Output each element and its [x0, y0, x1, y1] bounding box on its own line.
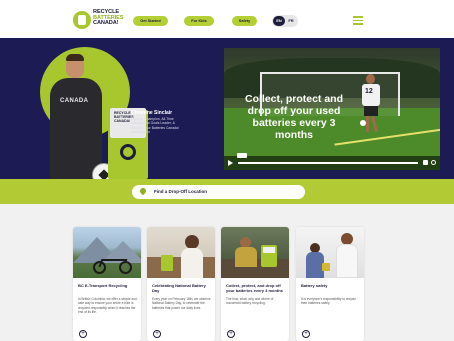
card-text: It is everyone's responsibility to recyc… — [301, 297, 356, 306]
logo-line-canada: CANADA! — [93, 20, 119, 27]
plus-icon[interactable]: + — [302, 330, 310, 338]
player-head — [366, 74, 375, 84]
site-header: RECYCLE BATTERIES CANADA! Get Started Fo… — [0, 0, 454, 38]
battery-bin — [261, 245, 277, 267]
nav-safety-button[interactable]: Safety — [232, 16, 257, 26]
find-dropoff-label: Find a Drop-Off Location — [154, 189, 207, 194]
lang-fr-option[interactable]: FR — [285, 16, 297, 26]
pin-icon — [140, 188, 148, 196]
hamburger-menu-icon[interactable] — [353, 16, 363, 25]
menu-bar — [353, 19, 363, 21]
ambassador-description: Olympic Champion, All-Time International… — [131, 117, 179, 135]
settings-icon[interactable] — [431, 160, 436, 165]
video-caption: Collect, protect and drop off your used … — [244, 93, 343, 142]
ambassador-name: Christine Sinclair — [131, 110, 173, 116]
woman-figure — [179, 235, 205, 278]
video-ball-icon — [360, 120, 366, 126]
nav-for-kids-button[interactable]: For Kids — [184, 16, 214, 26]
battery-bin — [161, 255, 173, 271]
card-text: In British Columbia, we offer a simple a… — [78, 297, 137, 314]
hair — [66, 54, 84, 61]
card-bc-e-transport[interactable]: BC E-Transport Recycling In British Colu… — [73, 227, 141, 341]
volume-icon[interactable] — [423, 160, 428, 165]
card-title: BC E-Transport Recycling — [78, 283, 128, 288]
card-text: Every year on February 18th, we observe … — [152, 297, 211, 310]
card-title: Celebrating National Battery Day — [152, 283, 206, 293]
card-text: The how, what, why and where of househol… — [226, 297, 274, 306]
man-figure — [235, 237, 257, 267]
card-image-ebike — [73, 227, 141, 278]
card-collect-protect-drop[interactable]: Collect, protect, and drop off your batt… — [221, 227, 289, 341]
card-image-collect — [221, 227, 289, 278]
card-battery-safety[interactable]: Battery safety It is everyone's responsi… — [296, 227, 364, 341]
site-logo[interactable]: RECYCLE BATTERIES CANADA! — [73, 9, 137, 32]
player-leg — [366, 116, 369, 132]
play-icon[interactable] — [228, 160, 233, 166]
plus-icon[interactable]: + — [153, 330, 161, 338]
plus-icon[interactable]: + — [227, 330, 235, 338]
player-leg — [371, 115, 378, 133]
head — [185, 235, 199, 249]
hoodie — [50, 78, 102, 179]
adult-figure — [334, 233, 360, 278]
language-toggle[interactable]: EN FR — [272, 15, 298, 27]
card-image-battery-day — [147, 227, 215, 278]
child-figure — [304, 243, 326, 278]
nav-get-started-button[interactable]: Get Started — [133, 16, 168, 26]
hero-video[interactable]: 12 Collect, protect and drop off your us… — [224, 48, 440, 170]
card-title: Battery safety — [301, 283, 328, 288]
bike-frame — [98, 259, 128, 267]
battery-container — [322, 263, 330, 271]
card-national-battery-day[interactable]: Celebrating National Battery Day Every y… — [147, 227, 215, 341]
logo-badge-icon — [73, 11, 91, 29]
card-title: Collect, protect, and drop off your batt… — [226, 283, 283, 293]
hoodie-text: CANADA — [60, 98, 89, 104]
logo-wordmark: RECYCLE BATTERIES CANADA! — [93, 9, 137, 27]
plus-icon[interactable]: + — [79, 330, 87, 338]
jersey-number: 12 — [365, 88, 373, 95]
body — [336, 244, 358, 278]
video-time-tooltip — [237, 153, 247, 158]
menu-bar — [353, 16, 363, 18]
ebike-icon — [93, 253, 133, 275]
menu-bar — [353, 23, 363, 25]
player-shorts — [364, 106, 378, 116]
card-image-safety — [296, 227, 364, 278]
video-progress-track[interactable] — [238, 162, 418, 164]
ambassador-photo: CANADA — [40, 48, 116, 179]
body — [235, 247, 257, 267]
recycle-ring-icon — [120, 144, 136, 160]
hero-section: CANADA RECYCLE BATTERIES CANADA! Christi… — [0, 38, 454, 179]
lang-en-option[interactable]: EN — [273, 16, 285, 26]
body — [181, 248, 203, 278]
find-dropoff-button[interactable]: Find a Drop-Off Location — [132, 185, 305, 199]
